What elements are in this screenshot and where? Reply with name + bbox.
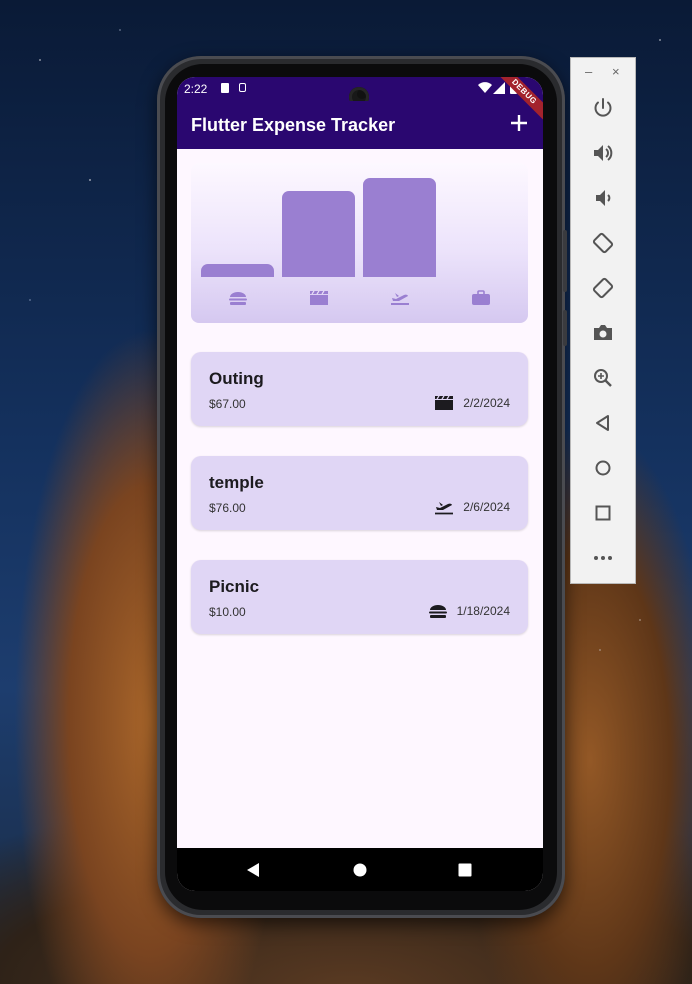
emulator-controls-panel: – × — [570, 57, 636, 584]
flight-takeoff-icon — [435, 502, 454, 515]
back-icon[interactable] — [244, 861, 262, 879]
phone-power-key — [563, 310, 567, 346]
expense-meta: 2/2/2024 — [434, 395, 510, 411]
more-icon[interactable] — [591, 546, 615, 570]
volume-down-icon[interactable] — [591, 186, 615, 210]
plus-icon — [511, 115, 527, 131]
expense-meta: 2/6/2024 — [434, 499, 510, 515]
expense-item-picnic[interactable]: Picnic $10.00 1/18/2024 — [191, 560, 528, 634]
wifi-icon — [478, 82, 492, 93]
expense-date: 2/2/2024 — [463, 396, 510, 410]
chart-bars — [191, 163, 528, 277]
movie-clapper-icon — [435, 395, 454, 410]
sd-card-icon — [221, 83, 229, 93]
burger-icon — [428, 605, 447, 618]
chart-bar-leisure — [282, 191, 355, 277]
add-expense-button[interactable] — [505, 109, 533, 137]
briefcase-icon — [472, 290, 490, 305]
home-icon[interactable] — [351, 861, 369, 879]
expense-amount: $10.00 — [209, 605, 246, 619]
power-icon[interactable] — [591, 96, 615, 120]
expense-date: 1/18/2024 — [456, 604, 510, 618]
volume-up-icon[interactable] — [591, 141, 615, 165]
expense-title: Outing — [209, 369, 264, 388]
chart-bar-travel — [363, 178, 436, 277]
zoom-icon[interactable] — [591, 366, 615, 390]
recents-icon[interactable] — [456, 861, 474, 879]
flight-takeoff-icon — [391, 293, 409, 305]
expense-amount: $67.00 — [209, 397, 246, 411]
rotate-right-icon[interactable] — [591, 276, 615, 300]
burger-icon — [229, 292, 247, 305]
expense-meta: 1/18/2024 — [428, 603, 510, 619]
rotate-left-icon[interactable] — [591, 231, 615, 255]
overview-icon[interactable] — [591, 501, 615, 525]
expense-item-outing[interactable]: Outing $67.00 2/2/2024 — [191, 352, 528, 426]
chart-bar-food — [201, 264, 274, 277]
phone-volume-key — [563, 230, 567, 292]
navigation-bar — [177, 848, 543, 891]
app-bar: Flutter Expense Tracker — [177, 101, 543, 149]
home-icon[interactable] — [591, 456, 615, 480]
minimize-icon[interactable]: – — [585, 64, 592, 79]
expense-date: 2/6/2024 — [463, 500, 510, 514]
phone-screen: 2:22 Flutter Expense Tracker DEBUG Outin… — [177, 77, 543, 891]
close-icon[interactable]: × — [612, 64, 620, 79]
movie-clapper-icon — [310, 290, 328, 305]
expense-title: temple — [209, 473, 264, 492]
cell-signal-icon — [493, 82, 505, 94]
camera-icon[interactable] — [591, 321, 615, 345]
expense-chart — [191, 163, 528, 323]
expense-item-temple[interactable]: temple $76.00 2/6/2024 — [191, 456, 528, 530]
back-icon[interactable] — [591, 411, 615, 435]
app-title: Flutter Expense Tracker — [191, 115, 396, 135]
expense-amount: $76.00 — [209, 501, 246, 515]
status-time: 2:22 — [184, 82, 208, 96]
battery-saver-icon — [239, 83, 246, 92]
expense-title: Picnic — [209, 577, 260, 596]
